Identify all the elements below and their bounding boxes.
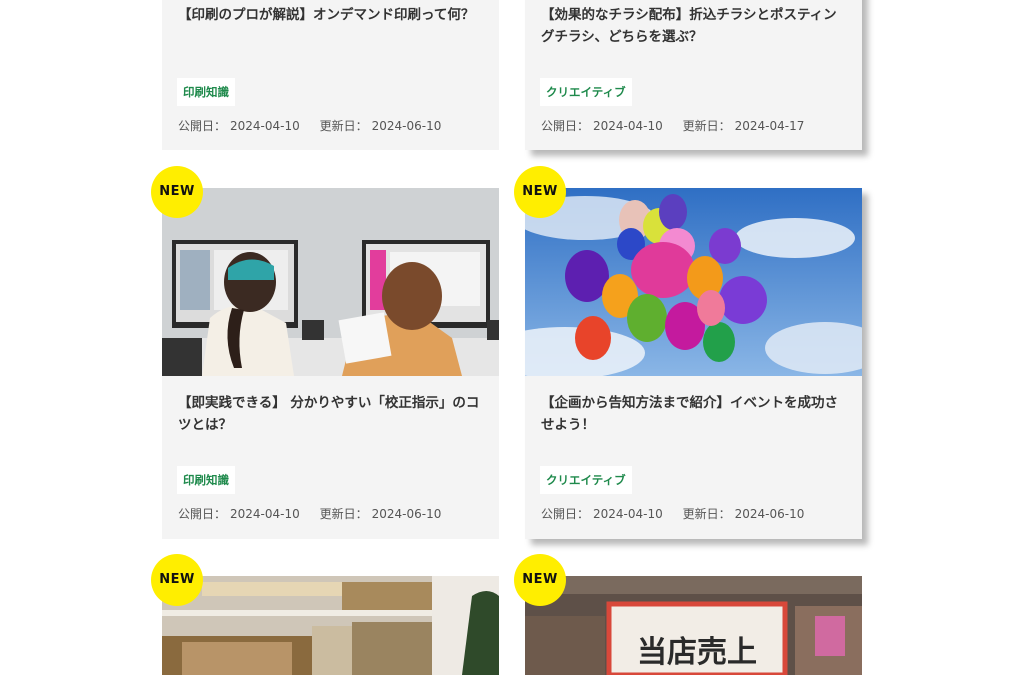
updated-date: 2024-04-17 bbox=[734, 119, 805, 133]
article-dates: 公開日： 2024-04-10 更新日： 2024-04-17 bbox=[541, 117, 808, 134]
article-thumbnail[interactable]: 当店売上 bbox=[525, 576, 862, 675]
updated-date: 2024-06-10 bbox=[734, 507, 805, 521]
category-tag[interactable]: クリエイティブ bbox=[540, 466, 632, 494]
office-photo bbox=[162, 188, 499, 376]
new-badge: NEW bbox=[151, 554, 203, 606]
shop-sales-photo: 当店売上 bbox=[525, 576, 862, 675]
bookshelf-photo bbox=[162, 576, 499, 675]
article-title[interactable]: 【印刷のプロが解説】オンデマンド印刷って何？ bbox=[178, 4, 485, 26]
article-card[interactable]: 【効果的なチラシ配布】折込チラシとポスティングチラシ、どちらを選ぶ？ クリエイテ… bbox=[525, 0, 862, 150]
new-badge: NEW bbox=[514, 166, 566, 218]
article-title[interactable]: 【効果的なチラシ配布】折込チラシとポスティングチラシ、どちらを選ぶ？ bbox=[541, 4, 848, 48]
published-date: 2024-04-10 bbox=[230, 507, 300, 521]
article-title[interactable]: 【即実践できる】 分かりやすい「校正指示」のコツとは？ bbox=[178, 392, 485, 436]
article-thumbnail[interactable] bbox=[162, 188, 499, 376]
published-label: 公開日： bbox=[541, 507, 590, 521]
new-badge: NEW bbox=[514, 554, 566, 606]
published-date: 2024-04-10 bbox=[593, 507, 663, 521]
published-date: 2024-04-10 bbox=[593, 119, 663, 133]
article-dates: 公開日： 2024-04-10 更新日： 2024-06-10 bbox=[178, 117, 445, 134]
category-tag[interactable]: 印刷知識 bbox=[177, 78, 235, 106]
published-label: 公開日： bbox=[541, 119, 590, 133]
article-title[interactable]: 【企画から告知方法まで紹介】イベントを成功させよう！ bbox=[541, 392, 848, 436]
balloons-photo bbox=[525, 188, 862, 376]
article-thumbnail[interactable] bbox=[162, 576, 499, 675]
article-dates: 公開日： 2024-04-10 更新日： 2024-06-10 bbox=[178, 505, 445, 522]
category-tag[interactable]: 印刷知識 bbox=[177, 466, 235, 494]
article-thumbnail[interactable] bbox=[525, 188, 862, 376]
published-date: 2024-04-10 bbox=[230, 119, 300, 133]
published-label: 公開日： bbox=[178, 119, 227, 133]
category-tag[interactable]: クリエイティブ bbox=[540, 78, 632, 106]
updated-label: 更新日： bbox=[682, 119, 731, 133]
published-label: 公開日： bbox=[178, 507, 227, 521]
article-card[interactable]: 【即実践できる】 分かりやすい「校正指示」のコツとは？ 印刷知識 公開日： 202… bbox=[162, 188, 499, 539]
updated-label: 更新日： bbox=[319, 507, 368, 521]
article-card[interactable] bbox=[162, 576, 499, 675]
article-dates: 公開日： 2024-04-10 更新日： 2024-06-10 bbox=[541, 505, 808, 522]
sign-text: 当店売上 bbox=[637, 635, 757, 670]
updated-label: 更新日： bbox=[319, 119, 368, 133]
updated-date: 2024-06-10 bbox=[371, 119, 442, 133]
new-badge: NEW bbox=[151, 166, 203, 218]
updated-label: 更新日： bbox=[682, 507, 731, 521]
article-card[interactable]: 【企画から告知方法まで紹介】イベントを成功させよう！ クリエイティブ 公開日： 2… bbox=[525, 188, 862, 539]
article-card[interactable]: 【印刷のプロが解説】オンデマンド印刷って何？ 印刷知識 公開日： 2024-04-… bbox=[162, 0, 499, 150]
updated-date: 2024-06-10 bbox=[371, 507, 442, 521]
article-card[interactable]: 当店売上 bbox=[525, 576, 862, 675]
